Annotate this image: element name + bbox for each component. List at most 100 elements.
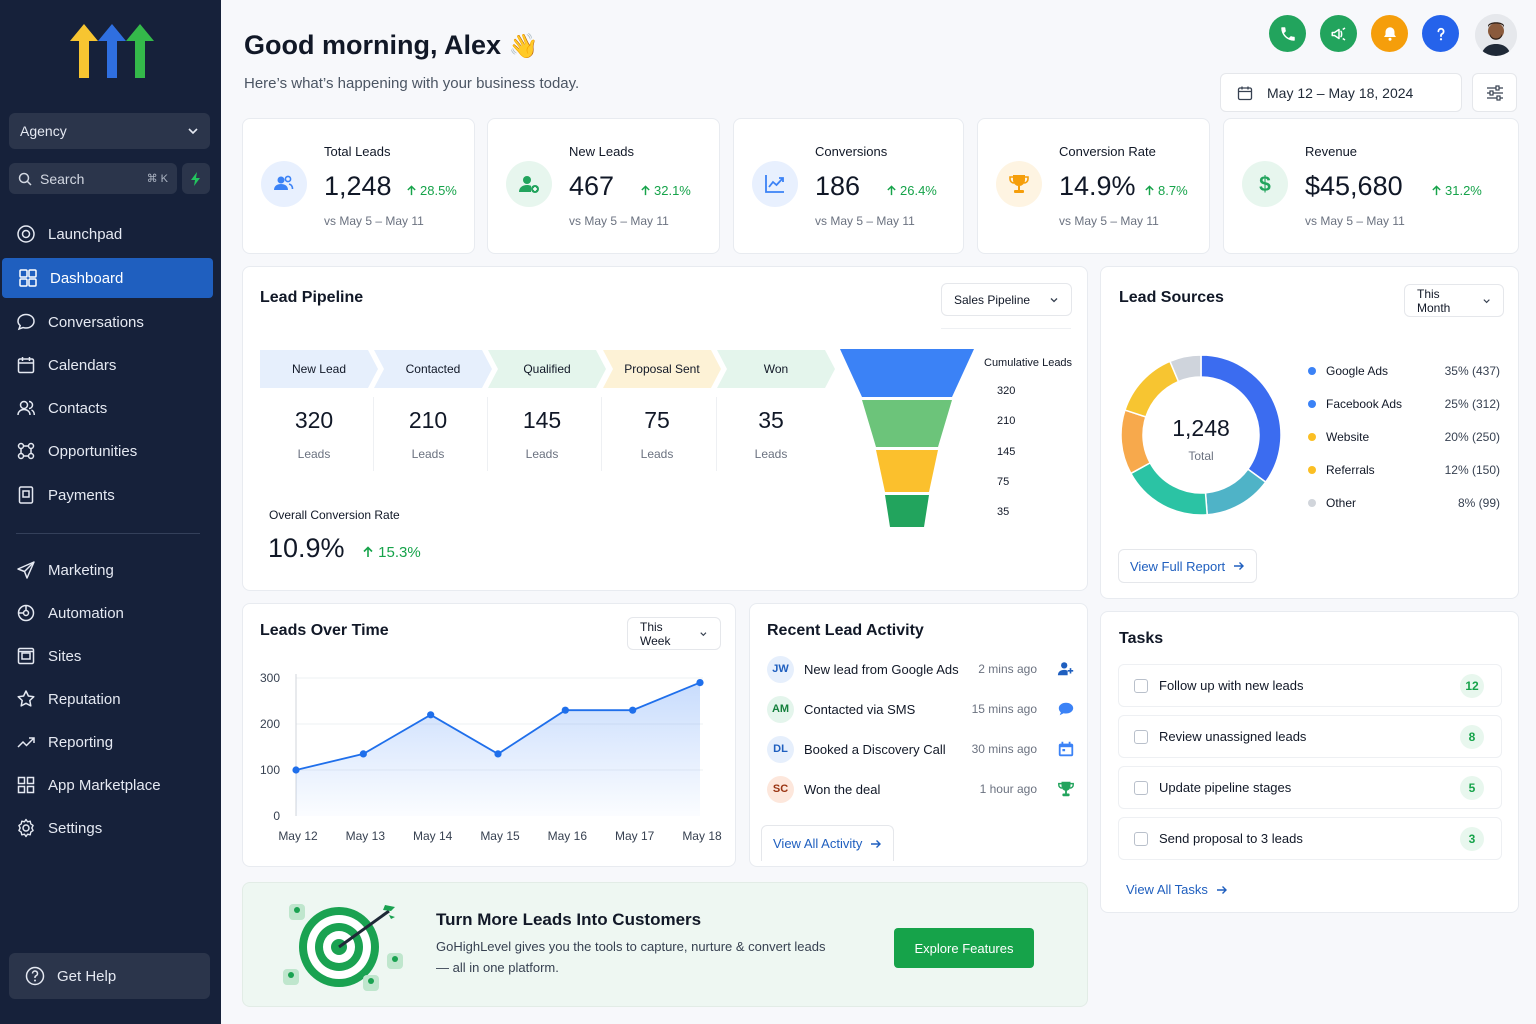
target-illustration <box>283 904 403 991</box>
recent-activity-title: Recent Lead Activity <box>767 622 924 639</box>
stat-delta: 26.4% <box>886 183 937 198</box>
pipeline-stage-proposal-sent[interactable]: Proposal Sent <box>603 350 721 388</box>
user-avatar[interactable] <box>1475 14 1517 56</box>
pipeline-selector[interactable]: Sales Pipeline <box>941 283 1072 316</box>
stat-value: 186 <box>815 171 861 201</box>
activity-item[interactable]: DL Booked a Discovery Call 30 mins ago <box>767 734 1075 764</box>
pipeline-stage-won[interactable]: Won <box>717 350 835 388</box>
sidebar-item-automation[interactable]: Automation <box>0 593 221 633</box>
arrow-up-icon <box>887 185 896 196</box>
activity-item[interactable]: AM Contacted via SMS 15 mins ago <box>767 694 1075 724</box>
sidebar-item-conversations[interactable]: Conversations <box>0 302 221 342</box>
task-checkbox[interactable] <box>1134 780 1148 795</box>
help-circle-icon <box>25 966 45 986</box>
date-range-label: May 12 – May 18, 2024 <box>1267 84 1414 101</box>
sidebar-item-app-marketplace[interactable]: App Marketplace <box>0 765 221 805</box>
page-title: Good morning, Alex 👋 <box>244 30 539 60</box>
announcements-button[interactable] <box>1320 15 1357 52</box>
calendar-icon <box>1058 741 1074 757</box>
series-area <box>296 682 700 816</box>
question-icon <box>1436 27 1444 40</box>
sidebar-item-sites[interactable]: Sites <box>0 636 221 676</box>
launchpad-icon <box>17 225 35 243</box>
overall-conversion-delta: 15.3% <box>362 544 421 561</box>
stage-label: Proposal Sent <box>624 362 700 376</box>
get-help-button[interactable]: Get Help <box>9 953 210 999</box>
task-label: Follow up with new leads <box>1159 678 1304 693</box>
view-full-report-label: View Full Report <box>1130 558 1226 574</box>
task-checkbox[interactable] <box>1134 729 1148 744</box>
arrow-up-icon <box>363 546 373 557</box>
sidebar-item-dashboard[interactable]: Dashboard <box>2 258 213 298</box>
pipeline-stage-new-lead[interactable]: New Lead <box>260 350 378 388</box>
stage-count: 320 <box>294 407 334 433</box>
view-all-activity-label: View All Activity <box>773 836 863 851</box>
stat-delta: 31.2% <box>1431 183 1482 198</box>
legend-item: Google Ads 35% (437) <box>1308 364 1500 378</box>
sidebar-item-launchpad[interactable]: Launchpad <box>0 214 221 254</box>
legend-value: 12% (150) <box>1444 463 1500 477</box>
stat-label: Total Leads <box>324 144 391 159</box>
sidebar-item-reporting[interactable]: Reporting <box>0 722 221 762</box>
sidebar-item-contacts[interactable]: Contacts <box>0 388 221 428</box>
view-all-tasks-link[interactable]: View All Tasks <box>1126 882 1228 897</box>
activity-text: New lead from Google Ads <box>804 661 959 677</box>
x-tick-label: May 15 <box>480 829 520 843</box>
search-input[interactable]: Search ⌘ K <box>9 163 177 194</box>
task-item[interactable]: Update pipeline stages 5 <box>1118 766 1502 809</box>
filter-button[interactable] <box>1472 73 1517 112</box>
task-checkbox[interactable] <box>1134 678 1148 693</box>
task-item[interactable]: Send proposal to 3 leads 3 <box>1118 817 1502 860</box>
sources-period-selector[interactable]: This Month <box>1404 284 1504 317</box>
trend-icon <box>17 737 35 748</box>
bell-icon <box>1383 26 1396 41</box>
activity-item[interactable]: JW New lead from Google Ads 2 mins ago <box>767 654 1075 684</box>
sidebar-item-label: Payments <box>48 486 115 504</box>
task-count-badge: 8 <box>1460 724 1484 749</box>
trophy-icon <box>1009 175 1029 193</box>
app-logo[interactable] <box>68 24 156 85</box>
pipeline-stage-qualified[interactable]: Qualified <box>488 350 606 388</box>
activity-item[interactable]: SC Won the deal 1 hour ago <box>767 774 1075 804</box>
sidebar-item-label: Conversations <box>48 313 144 331</box>
notifications-button[interactable] <box>1371 15 1408 52</box>
opportunities-icon <box>17 442 35 460</box>
legend-dot <box>1308 466 1316 474</box>
activity-avatar: AM <box>767 695 794 723</box>
stage-separator <box>601 397 602 471</box>
recent-activity-card: Recent Lead Activity JW New lead from Goo… <box>749 603 1088 867</box>
task-item[interactable]: Review unassigned leads 8 <box>1118 715 1502 758</box>
explore-features-button[interactable]: Explore Features <box>894 928 1034 968</box>
data-point <box>427 711 435 719</box>
activity-time: 30 mins ago <box>971 742 1037 756</box>
banner-text-line-1: GoHighLevel gives you the tools to captu… <box>436 939 826 954</box>
stat-value: 467 <box>569 171 615 201</box>
lead-pipeline-title: Lead Pipeline <box>260 289 364 306</box>
overall-conversion-value: 10.9% <box>268 533 345 563</box>
activity-text: Booked a Discovery Call <box>804 741 946 757</box>
view-full-report-button[interactable]: View Full Report <box>1118 549 1258 583</box>
phone-button[interactable] <box>1269 15 1306 52</box>
arrow-up-icon <box>1432 185 1441 196</box>
task-count-badge: 12 <box>1460 673 1484 698</box>
task-checkbox[interactable] <box>1134 831 1148 846</box>
sidebar-item-marketing[interactable]: Marketing <box>0 550 221 590</box>
task-item[interactable]: Follow up with new leads 12 <box>1118 664 1502 707</box>
sidebar-item-label: Dashboard <box>50 269 124 287</box>
sidebar-item-reputation[interactable]: Reputation <box>0 679 221 719</box>
stage-unit: Leads <box>754 447 788 461</box>
stage-label: Won <box>763 362 789 376</box>
agency-switcher[interactable]: Agency <box>9 113 210 149</box>
x-tick-label: May 14 <box>413 829 453 843</box>
sidebar-item-calendars[interactable]: Calendars <box>0 345 221 385</box>
date-range-picker[interactable]: May 12 – May 18, 2024 <box>1220 73 1462 112</box>
sidebar-item-opportunities[interactable]: Opportunities <box>0 431 221 471</box>
stat-label: New Leads <box>569 144 635 159</box>
help-button[interactable] <box>1422 15 1459 52</box>
stat-value: 1,248 <box>324 171 392 201</box>
view-all-activity-button[interactable]: View All Activity <box>761 825 895 861</box>
pipeline-stage-contacted[interactable]: Contacted <box>374 350 492 388</box>
sidebar-item-settings[interactable]: Settings <box>0 808 221 848</box>
sidebar-item-payments[interactable]: Payments <box>0 475 221 515</box>
quick-action-button[interactable] <box>182 163 210 194</box>
